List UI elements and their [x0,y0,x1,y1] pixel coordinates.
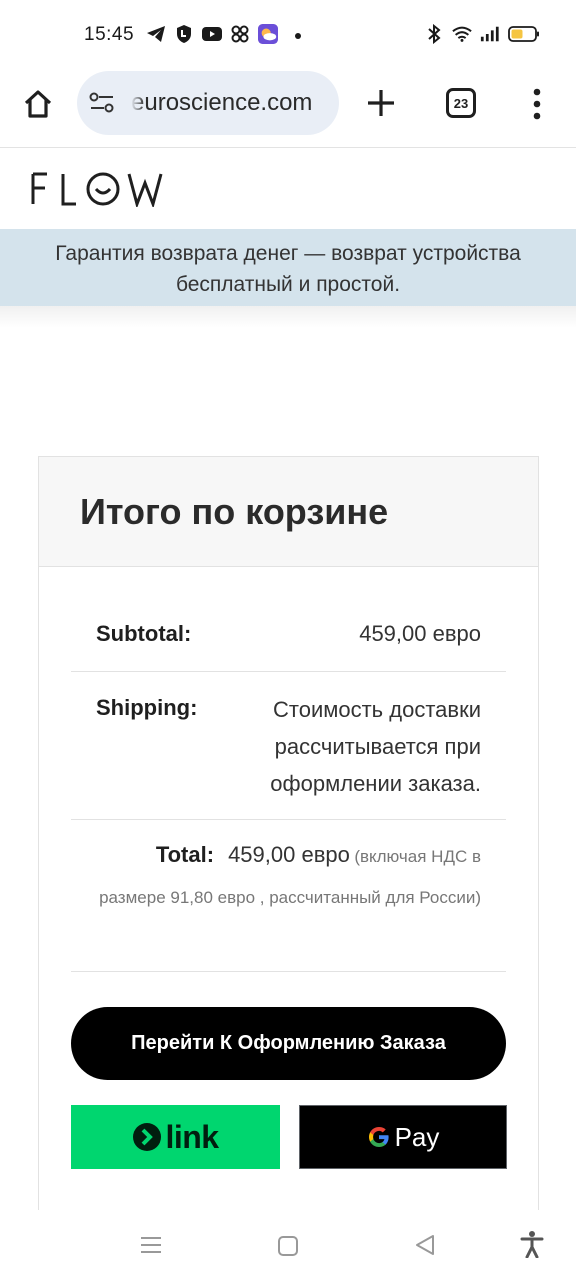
address-bar[interactable]: euroscience.com [77,71,339,135]
subtotal-label: Subtotal: [96,621,192,646]
menu-icon[interactable] [140,1234,162,1256]
shield-icon [174,24,194,44]
battery-icon [508,24,540,44]
money-back-banner: Гарантия возврата денег — возврат устрой… [0,229,576,306]
wifi-icon [452,24,472,44]
link-button-label: link [165,1118,219,1155]
cart-totals-title: Итого по корзине [80,491,389,532]
divider [71,971,506,972]
notification-icons [146,24,306,44]
accessibility-icon[interactable] [520,1230,544,1259]
site-header [0,149,576,229]
youtube-icon [202,24,222,44]
site-settings-icon[interactable] [89,91,115,115]
home-icon[interactable] [18,84,58,124]
banner-line-1: Гарантия возврата денег — возврат устрой… [55,242,521,265]
google-pay-button[interactable]: Pay [299,1105,507,1169]
status-bar: 15:45 [0,0,576,70]
total-label: Total: [155,842,215,867]
more-dot-icon [286,24,306,44]
signal-icon [480,24,500,44]
clock: 15:45 [84,24,135,45]
subtotal-value: 459,00 евро [359,621,481,646]
browser-toolbar: euroscience.com 23 [0,70,576,148]
new-tab-icon[interactable] [362,84,400,122]
link-pay-button[interactable]: link [71,1105,280,1169]
divider [71,819,506,820]
google-g-icon [368,1127,389,1147]
shipping-label: Shipping: [96,695,198,720]
more-vertical-icon[interactable] [526,86,548,122]
url-text: euroscience.com [131,89,313,116]
system-nav-bar [0,1210,576,1280]
total-row: Total: 459,00 евро (включая НДС в размере… [96,835,481,919]
google-pay-label: Pay [394,1121,440,1152]
total-value: 459,00 евро [228,842,350,867]
back-icon[interactable] [414,1234,436,1256]
link-arrow-icon [133,1123,162,1151]
cart-totals-header: Итого по корзине [39,457,538,567]
tab-switcher-button[interactable]: 23 [446,88,476,118]
flow-logo[interactable] [30,171,170,209]
proceed-to-checkout-button[interactable]: Перейти К Оформлению Заказа [71,1007,506,1080]
home-icon[interactable] [278,1236,298,1256]
bluetooth-icon [424,24,444,44]
system-icons [424,24,540,44]
banner-line-2: бесплатный и простой. [175,273,401,296]
pinwheel-icon [230,24,250,44]
divider [71,671,506,672]
cart-totals-card: Итого по корзине Subtotal: 459,00 евро S… [38,456,539,1216]
weather-app-icon [258,24,278,44]
shipping-value: Стоимость доставки рассчитывается при оф… [270,697,481,796]
telegram-icon [146,24,166,44]
